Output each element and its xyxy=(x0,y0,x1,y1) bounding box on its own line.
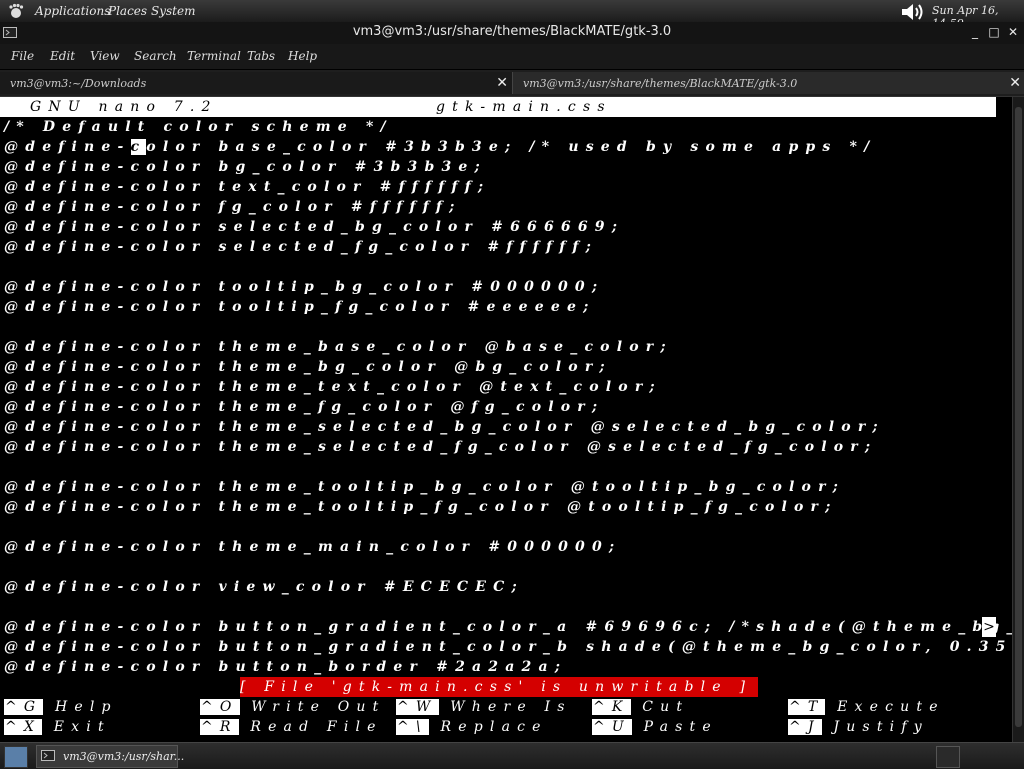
code-line: @define-color selected_bg_color #666669; xyxy=(4,219,625,235)
menu-help[interactable]: Help xyxy=(288,49,317,63)
close-button[interactable]: ✕ xyxy=(1006,25,1020,39)
nano-version: GNU nano 7.2 xyxy=(30,99,218,115)
menu-system[interactable]: System xyxy=(151,4,195,18)
maximize-button[interactable]: □ xyxy=(987,25,1001,39)
shortcut-paste: ^U Paste xyxy=(592,719,718,735)
code-line: @define-color theme_selected_fg_color @s… xyxy=(4,439,878,455)
menu-terminal[interactable]: Terminal xyxy=(187,49,241,63)
shortcut-cut: ^K Cut xyxy=(592,699,690,715)
menu-applications[interactable]: Applications xyxy=(35,4,110,18)
window-title-bar[interactable]: vm3@vm3:/usr/share/themes/BlackMATE/gtk-… xyxy=(0,22,1024,45)
menu-edit[interactable]: Edit xyxy=(50,49,75,63)
menu-places[interactable]: Places xyxy=(108,4,147,18)
code-line: @define-color theme_fg_color @fg_color; xyxy=(4,399,605,415)
code-line: @define-color base_color #3b3b3e; /* use… xyxy=(4,139,877,155)
code-line: @define-color theme_bg_color @bg_color; xyxy=(4,359,612,375)
menu-search[interactable]: Search xyxy=(134,49,177,63)
code-line: @define-color fg_color #ffffff; xyxy=(4,199,462,215)
text-cursor: c xyxy=(130,139,147,155)
code-line: @define-color theme_main_color #000000; xyxy=(4,539,622,555)
shortcut-justify: ^J Justify xyxy=(788,719,929,735)
shortcut-help: ^G Help xyxy=(4,699,118,715)
code-line: @define-color view_color #ECECEC; xyxy=(4,579,524,595)
code-line: @define-color theme_tooltip_bg_color @to… xyxy=(4,479,846,495)
code-line: @define-color bg_color #3b3b3e; xyxy=(4,159,487,175)
shortcut-read-file: ^R Read File xyxy=(200,719,383,735)
status-message: [ File 'gtk-main.css' is unwritable ] xyxy=(240,677,758,697)
shortcut-execute: ^T Execute xyxy=(788,699,945,715)
show-desktop-icon[interactable] xyxy=(4,746,28,768)
code-line: /* Default color scheme */ xyxy=(4,119,393,135)
terminal-icon xyxy=(41,750,55,761)
tab-close-icon[interactable]: ✕ xyxy=(496,75,508,91)
shortcut-replace: ^\ Replace xyxy=(396,719,548,735)
terminal-area[interactable]: GNU nano 7.2 gtk-main.css /* Default col… xyxy=(0,97,1012,742)
menu-view[interactable]: View xyxy=(90,49,120,63)
code-line: @define-color theme_base_color @base_col… xyxy=(4,339,673,355)
line-overflow-indicator: > xyxy=(982,617,996,637)
taskbar-item-terminal[interactable]: vm3@vm3:/usr/shar... xyxy=(36,745,184,768)
code-line: @define-color text_color #ffffff; xyxy=(4,179,491,195)
tab-gtk-3-0[interactable]: vm3@vm3:/usr/share/themes/BlackMATE/gtk-… xyxy=(512,72,1024,94)
volume-icon[interactable] xyxy=(900,2,926,22)
tab-close-icon[interactable]: ✕ xyxy=(1009,75,1021,91)
tab-label: vm3@vm3:~/Downloads xyxy=(10,77,147,90)
shortcut-write-out: ^O Write Out xyxy=(200,699,386,715)
shortcut-where-is: ^W Where Is xyxy=(396,699,572,715)
code-line: @define-color tooltip_fg_color #eeeeee; xyxy=(4,299,596,315)
workspace-switcher[interactable] xyxy=(936,746,960,768)
code-line: @define-color theme_tooltip_fg_color @to… xyxy=(4,499,838,515)
tab-label: vm3@vm3:/usr/share/themes/BlackMATE/gtk-… xyxy=(523,77,798,90)
nano-filename: gtk-main.css xyxy=(436,99,612,115)
shortcut-exit: ^X Exit xyxy=(4,719,111,735)
terminal-scrollbar[interactable] xyxy=(1012,97,1024,742)
top-panel: Applications Places System Sun Apr 16, 1… xyxy=(0,0,1024,30)
minimize-button[interactable]: _ xyxy=(968,25,982,39)
menu-bar: File Edit View Search Terminal Tabs Help xyxy=(0,44,1024,69)
tab-bar: vm3@vm3:~/Downloads ✕ vm3@vm3:/usr/share… xyxy=(0,70,1024,97)
code-line: @define-color button_border #2a2a2a; xyxy=(4,659,568,675)
code-line: @define-color button_gradient_color_a #6… xyxy=(4,619,1012,635)
taskbar-item-label: vm3@vm3:/usr/shar... xyxy=(63,750,185,763)
code-line: @define-color button_gradient_color_b sh… xyxy=(4,639,1012,655)
code-line: @define-color theme_selected_bg_color @s… xyxy=(4,419,885,435)
code-line: @define-color selected_fg_color #ffffff; xyxy=(4,239,599,255)
code-line: @define-color theme_text_color @text_col… xyxy=(4,379,662,395)
bottom-panel: vm3@vm3:/usr/shar... xyxy=(0,742,1024,769)
tab-downloads[interactable]: vm3@vm3:~/Downloads ✕ xyxy=(0,72,512,94)
scrollbar-thumb[interactable] xyxy=(1015,107,1022,727)
nano-header: GNU nano 7.2 gtk-main.css xyxy=(0,97,996,117)
menu-file[interactable]: File xyxy=(11,49,34,63)
menu-tabs[interactable]: Tabs xyxy=(247,49,275,63)
window-title: vm3@vm3:/usr/share/themes/BlackMATE/gtk-… xyxy=(352,24,672,39)
foot-icon[interactable] xyxy=(8,3,24,19)
code-line: @define-color tooltip_bg_color #000000; xyxy=(4,279,605,295)
